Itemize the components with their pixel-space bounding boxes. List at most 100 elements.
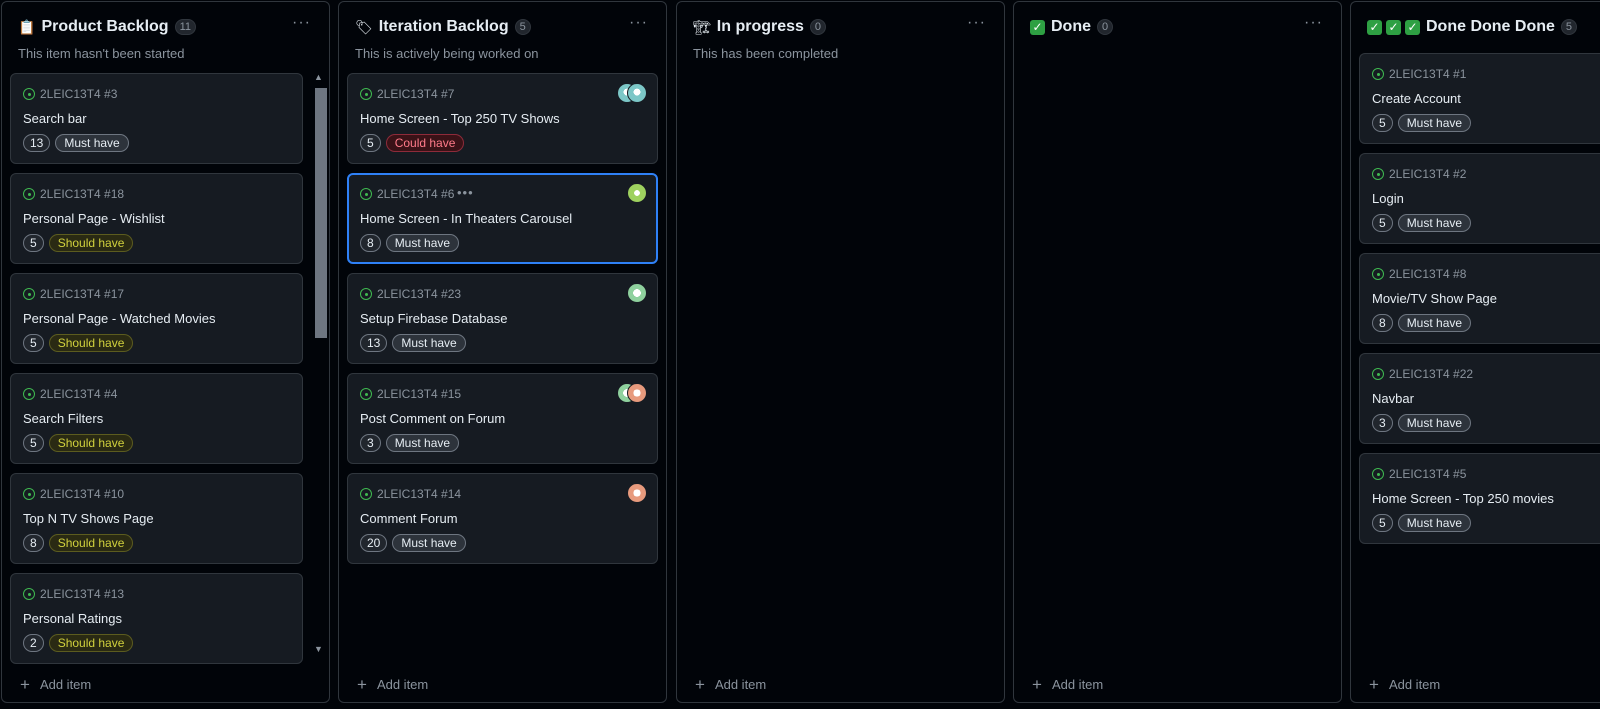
- card[interactable]: 2LEIC13T4 #5 Home Screen - Top 250 movie…: [1359, 453, 1600, 544]
- assignees: [627, 283, 647, 303]
- add-item-button[interactable]: + Add item: [20, 676, 92, 693]
- column-description: This item hasn't been started: [18, 46, 185, 61]
- scroll-down-icon[interactable]: ▼: [314, 644, 323, 654]
- card[interactable]: 2LEIC13T4 #13 Personal Ratings 2 Should h…: [10, 573, 303, 664]
- card-menu-icon[interactable]: •••: [457, 185, 474, 200]
- card-ref[interactable]: 2LEIC13T4 #7: [377, 87, 454, 101]
- card-title[interactable]: Personal Page - Watched Movies: [23, 311, 215, 326]
- add-item-button[interactable]: + Add item: [1032, 674, 1103, 694]
- card-ref[interactable]: 2LEIC13T4 #10: [40, 487, 124, 501]
- add-item-label: Add item: [714, 677, 767, 692]
- card-title[interactable]: Top N TV Shows Page: [23, 511, 154, 526]
- card-ref[interactable]: 2LEIC13T4 #1: [1389, 67, 1466, 81]
- estimate-badge: 5: [23, 434, 44, 452]
- card[interactable]: 2LEIC13T4 #14 Comment Forum 20 Must have: [347, 473, 658, 564]
- priority-label: Must have: [1397, 114, 1472, 132]
- card-ref[interactable]: 2LEIC13T4 #14: [377, 487, 461, 501]
- card-ref[interactable]: 2LEIC13T4 #2: [1389, 167, 1466, 181]
- card[interactable]: 2LEIC13T4 #2 Login 5 Must have: [1359, 153, 1600, 244]
- avatar[interactable]: [627, 183, 647, 203]
- column-menu-icon[interactable]: ···: [967, 14, 986, 32]
- avatar[interactable]: [627, 283, 647, 303]
- column-iteration-backlog: 🏷 Iteration Backlog 5 This is actively b…: [338, 1, 667, 703]
- column-description: This is actively being worked on: [355, 46, 539, 61]
- column-menu-icon[interactable]: ···: [292, 14, 311, 32]
- estimate-badge: 5: [360, 134, 381, 152]
- priority-label: Should have: [48, 434, 134, 452]
- card-ref[interactable]: 2LEIC13T4 #5: [1389, 467, 1466, 481]
- scrollbar[interactable]: ▲ ▼: [313, 72, 327, 654]
- assignees: [617, 83, 647, 103]
- estimate-badge: 8: [1372, 314, 1393, 332]
- open-issue-icon: [23, 288, 35, 300]
- column-menu-icon[interactable]: ···: [1304, 14, 1323, 32]
- card-ref[interactable]: 2LEIC13T4 #6: [377, 187, 454, 201]
- card-title[interactable]: Login: [1372, 191, 1404, 206]
- card[interactable]: 2LEIC13T4 #1 Create Account 5 Must have: [1359, 53, 1600, 144]
- column-title: Done: [1051, 18, 1091, 35]
- card[interactable]: 2LEIC13T4 #23 Setup Firebase Database 13…: [347, 273, 658, 364]
- avatar[interactable]: [627, 483, 647, 503]
- column-menu-icon[interactable]: ···: [629, 14, 648, 32]
- priority-label: Must have: [1397, 514, 1472, 532]
- open-issue-icon: [23, 388, 35, 400]
- card-ref[interactable]: 2LEIC13T4 #17: [40, 287, 124, 301]
- column-count: 5: [1560, 19, 1578, 35]
- card-title[interactable]: Movie/TV Show Page: [1372, 291, 1497, 306]
- card-title[interactable]: Personal Page - Wishlist: [23, 211, 165, 226]
- priority-label: Should have: [48, 534, 134, 552]
- priority-label: Must have: [1397, 414, 1472, 432]
- assignees: [627, 183, 647, 203]
- open-issue-icon: [1372, 468, 1384, 480]
- add-item-button[interactable]: + Add item: [357, 676, 428, 693]
- scroll-up-icon[interactable]: ▲: [314, 72, 323, 82]
- card-title[interactable]: Personal Ratings: [23, 611, 122, 626]
- card[interactable]: 2LEIC13T4 #3 Search bar 13 Must have: [10, 73, 303, 164]
- card-title[interactable]: Home Screen - Top 250 TV Shows: [360, 111, 560, 126]
- card[interactable]: 2LEIC13T4 #18 Personal Page - Wishlist 5…: [10, 173, 303, 264]
- card-ref[interactable]: 2LEIC13T4 #15: [377, 387, 461, 401]
- card-ref[interactable]: 2LEIC13T4 #22: [1389, 367, 1473, 381]
- avatar[interactable]: [627, 383, 647, 403]
- card[interactable]: 2LEIC13T4 #17 Personal Page - Watched Mo…: [10, 273, 303, 364]
- card-ref[interactable]: 2LEIC13T4 #13: [40, 587, 124, 601]
- card-selected[interactable]: 2LEIC13T4 #6 ••• Home Screen - In Theate…: [347, 173, 658, 264]
- card-title[interactable]: Search bar: [23, 111, 87, 126]
- open-issue-icon: [1372, 368, 1384, 380]
- card-title[interactable]: Navbar: [1372, 391, 1414, 406]
- card[interactable]: 2LEIC13T4 #22 Navbar 3 Must have: [1359, 353, 1600, 444]
- card-ref[interactable]: 2LEIC13T4 #18: [40, 187, 124, 201]
- check-icon: ✓: [1030, 19, 1045, 35]
- card[interactable]: 2LEIC13T4 #10 Top N TV Shows Page 8 Shoul…: [10, 473, 303, 564]
- add-item-button[interactable]: + Add item: [695, 676, 767, 693]
- card-ref[interactable]: 2LEIC13T4 #4: [40, 387, 117, 401]
- card-list: 2LEIC13T4 #7 Home Screen - Top 250 TV Sh…: [347, 73, 658, 573]
- column-title: In progress: [716, 18, 804, 35]
- card[interactable]: 2LEIC13T4 #8 Movie/TV Show Page 8 Must ha…: [1359, 253, 1600, 344]
- card[interactable]: 2LEIC13T4 #4 Search Filters 5 Should have: [10, 373, 303, 464]
- column-product-backlog: 📋 Product Backlog 11 This item hasn't be…: [1, 1, 330, 703]
- plus-icon: +: [1032, 674, 1042, 694]
- estimate-badge: 2: [23, 634, 44, 652]
- column-done: ✓ Done 0 ··· + Add item: [1013, 1, 1342, 703]
- assignees: [627, 483, 647, 503]
- add-item-button[interactable]: + Add item: [1369, 676, 1440, 693]
- card-ref[interactable]: 2LEIC13T4 #8: [1389, 267, 1466, 281]
- card-title[interactable]: Setup Firebase Database: [360, 311, 507, 326]
- avatar[interactable]: [627, 83, 647, 103]
- column-count: 5: [514, 19, 531, 35]
- card-title[interactable]: Search Filters: [23, 411, 103, 426]
- card-title[interactable]: Home Screen - Top 250 movies: [1372, 491, 1554, 506]
- add-item-label: Add item: [39, 677, 92, 692]
- label-tag-icon: 🏷: [355, 19, 373, 35]
- scrollbar-thumb[interactable]: [315, 88, 327, 338]
- check-icon: ✓: [1367, 19, 1382, 35]
- card-title[interactable]: Post Comment on Forum: [360, 411, 505, 426]
- card[interactable]: 2LEIC13T4 #7 Home Screen - Top 250 TV Sh…: [347, 73, 658, 164]
- card-ref[interactable]: 2LEIC13T4 #3: [40, 87, 117, 101]
- card-title[interactable]: Comment Forum: [360, 511, 458, 526]
- card-title[interactable]: Home Screen - In Theaters Carousel: [360, 211, 572, 226]
- card[interactable]: 2LEIC13T4 #15 Post Comment on Forum 3 Mus…: [347, 373, 658, 464]
- card-ref[interactable]: 2LEIC13T4 #23: [377, 287, 461, 301]
- card-title[interactable]: Create Account: [1372, 91, 1461, 106]
